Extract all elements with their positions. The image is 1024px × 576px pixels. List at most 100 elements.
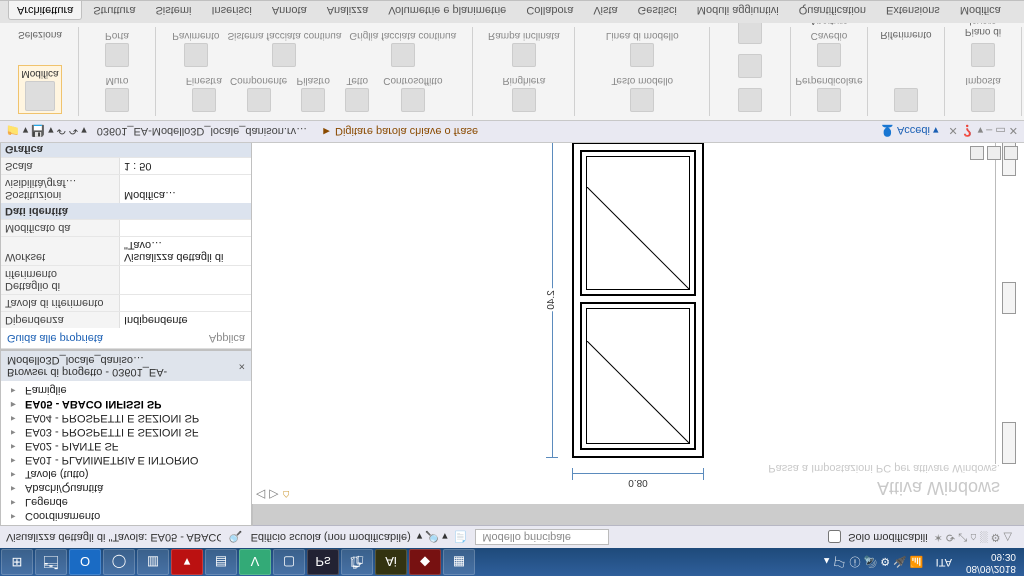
task-reader[interactable]: ◆ bbox=[409, 549, 441, 575]
ribbon-button[interactable]: Griglia facciata continua bbox=[347, 28, 458, 69]
status-bar: 📁 ▾ 💾 ▾ ↶ ↷ ▾ 03601_EA-Modello3D_locale_… bbox=[0, 120, 1024, 143]
tree-item[interactable]: EA04 - PROSPETTI E SEZIONI SP bbox=[1, 411, 251, 425]
model-search[interactable]: Modello principale bbox=[475, 529, 609, 545]
drawing-canvas[interactable]: Attiva Windows Passa a Impostazioni PC p… bbox=[252, 142, 1024, 504]
canvas-view-tools[interactable] bbox=[970, 146, 1018, 160]
nav-back-icon[interactable]: ◁ bbox=[256, 488, 265, 502]
ribbon-button[interactable] bbox=[963, 39, 1003, 69]
ribbon-tab[interactable]: Annota bbox=[263, 1, 316, 20]
ribbon-tab[interactable]: Extensions bbox=[877, 1, 949, 20]
windows-watermark: Attiva Windows Passa a Impostazioni PC p… bbox=[768, 458, 1000, 498]
tool-icon[interactable] bbox=[1004, 146, 1018, 160]
property-row[interactable]: Dettaglio di riferimento bbox=[1, 265, 251, 294]
tree-item[interactable]: EA02 - PIANTE SF bbox=[1, 439, 251, 453]
ribbon-tabs[interactable]: ArchitetturaStrutturaSistemiInserisciAnn… bbox=[0, 0, 1024, 23]
task-outlook[interactable]: O bbox=[69, 549, 101, 575]
ribbon-button[interactable]: Muro bbox=[97, 73, 137, 114]
property-row[interactable]: WorksetVisualizza dettagli di "Tavo… bbox=[1, 236, 251, 265]
task-app4[interactable]: V bbox=[239, 549, 271, 575]
ribbon-group: RinghieraRampa inclinataScalaDistribuzio… bbox=[473, 27, 575, 116]
tool-icon[interactable] bbox=[970, 146, 984, 160]
task-chrome[interactable]: ◯ bbox=[103, 549, 135, 575]
ribbon-button[interactable]: Modifica bbox=[18, 65, 61, 114]
task-store[interactable]: 🛍 bbox=[341, 549, 373, 575]
ribbon-button[interactable]: Tetto bbox=[337, 73, 377, 114]
ribbon-tab[interactable]: Architettura bbox=[8, 1, 82, 20]
ribbon-button[interactable]: Rampa inclinata bbox=[486, 28, 562, 69]
ribbon-group-title bbox=[87, 26, 147, 28]
tree-item[interactable]: Tavole (tutto) bbox=[1, 467, 251, 481]
task-calc[interactable]: ▦ bbox=[443, 549, 475, 575]
ribbon-button[interactable]: Montante bbox=[291, 23, 337, 24]
ribbon-tab[interactable]: Analizza bbox=[318, 1, 378, 20]
ribbon-button[interactable]: Cavedio bbox=[809, 28, 850, 69]
ribbon-button[interactable]: Componente bbox=[228, 73, 289, 114]
property-row[interactable]: DipendenzaIndipendente bbox=[1, 311, 251, 328]
ribbon-group: Locale e area bbox=[710, 27, 791, 116]
ribbon-button[interactable]: Scala bbox=[504, 23, 544, 24]
ribbon-tab[interactable]: Inserisci bbox=[203, 1, 261, 20]
ribbon-tab[interactable]: Moduli aggiuntivi bbox=[688, 1, 788, 20]
ribbon-tab[interactable]: Vista bbox=[584, 1, 626, 20]
tree-item[interactable]: EA01 - PLANIMETRIA E INTORNO bbox=[1, 453, 251, 467]
ribbon-button[interactable]: Gruppo di modello bbox=[599, 23, 685, 24]
window-titlebar: Visualizza dettagli di "Tavola: EA05 - A… bbox=[0, 525, 1024, 548]
ribbon-tab[interactable]: Struttura bbox=[84, 1, 144, 20]
tree-item[interactable]: Legende bbox=[1, 495, 251, 509]
only-modifiable-checkbox[interactable]: Solo modificabili bbox=[824, 528, 927, 547]
property-row[interactable]: Sostituzioni visibilità/graf…Modifica… bbox=[1, 174, 251, 203]
property-row[interactable]: Scala1 : 50 bbox=[1, 157, 251, 174]
start-button[interactable]: ⊞ bbox=[1, 549, 33, 575]
tool-icon[interactable] bbox=[987, 146, 1001, 160]
ribbon-button[interactable]: Porta bbox=[97, 28, 137, 69]
ribbon-button[interactable] bbox=[730, 84, 770, 114]
task-explorer[interactable]: 🗂 bbox=[35, 549, 67, 575]
task-app2[interactable]: ▾ bbox=[171, 549, 203, 575]
ribbon-tab[interactable]: Sistemi bbox=[146, 1, 200, 20]
ribbon-button[interactable]: Pilastro bbox=[293, 73, 333, 114]
nav-fwd-icon[interactable]: ▷ bbox=[269, 488, 278, 502]
tray-lang[interactable]: ITA bbox=[930, 556, 958, 568]
ribbon-button[interactable]: Imposta bbox=[963, 73, 1003, 114]
ribbon-button[interactable]: Sistema facciata continua bbox=[225, 28, 343, 69]
ribbon-tab[interactable]: Modifica bbox=[951, 1, 1010, 20]
tray-clock[interactable]: 08/09/2018 09:30 bbox=[958, 550, 1024, 574]
door-elevation: 0.80 2.40 bbox=[572, 142, 704, 458]
signin-link[interactable]: 👤 Accedi ▾ bbox=[881, 125, 939, 138]
home-icon[interactable]: ⌂ bbox=[282, 488, 289, 502]
ribbon-tab[interactable]: Volumetrie e planimetrie bbox=[379, 1, 515, 20]
task-ai[interactable]: Ai bbox=[375, 549, 407, 575]
ribbon-tab[interactable]: Gestisci bbox=[629, 1, 686, 20]
tree-item[interactable]: Coordinamento bbox=[1, 509, 251, 523]
tree-item[interactable]: Abachi/Quantità bbox=[1, 481, 251, 495]
ribbon-button[interactable] bbox=[886, 84, 926, 114]
view-mini-toolbar[interactable]: ◁ ▷ ⌂ bbox=[256, 486, 290, 504]
apply-button[interactable]: Applica bbox=[209, 332, 245, 344]
task-app3[interactable]: ▤ bbox=[205, 549, 237, 575]
ribbon-button[interactable]: Pavimento bbox=[170, 28, 221, 69]
ribbon-tab[interactable]: Collabora bbox=[517, 1, 582, 20]
system-tray[interactable]: ▴ 🏳 ⓘ 🔊 ⚙ 🔌 📶 bbox=[818, 554, 930, 570]
ribbon-button[interactable] bbox=[730, 23, 770, 46]
task-app5[interactable]: ▢ bbox=[273, 549, 305, 575]
project-browser-tree[interactable]: CoordinamentoLegendeAbachi/QuantitàTavol… bbox=[1, 381, 251, 525]
ribbon-button[interactable]: Controsoffitto bbox=[381, 73, 444, 114]
ribbon-button[interactable]: Finestra bbox=[184, 73, 224, 114]
ribbon-tab[interactable]: Quantification bbox=[790, 1, 875, 20]
ribbon-group: ImpostaPiano di lavoro bbox=[945, 27, 1022, 116]
ribbon-button[interactable]: Testo modello bbox=[609, 73, 675, 114]
tree-item[interactable]: Famiglie bbox=[1, 383, 251, 397]
ribbon-button[interactable]: Ringhiera bbox=[500, 73, 547, 114]
property-row[interactable]: Tavola di riferimento bbox=[1, 294, 251, 311]
task-app1[interactable]: ▥ bbox=[137, 549, 169, 575]
ribbon-button[interactable]: Linea di modello bbox=[604, 28, 681, 69]
properties-help-link[interactable]: Guida alle proprietà bbox=[7, 332, 103, 344]
task-ps[interactable]: Ps bbox=[307, 549, 339, 575]
property-row[interactable]: Modificato da bbox=[1, 219, 251, 236]
ribbon-button[interactable]: Perpendicolare bbox=[799, 73, 859, 114]
status-hint[interactable]: ► Digitare parola chiave o frase bbox=[321, 125, 478, 137]
tree-item[interactable]: EA03 - PROSPETTI E SEZIONI SF bbox=[1, 425, 251, 439]
ribbon-button[interactable] bbox=[730, 50, 770, 80]
tree-item[interactable]: EA05 - ABACO INFISSI SP bbox=[1, 397, 251, 411]
close-icon[interactable]: × bbox=[239, 360, 245, 372]
